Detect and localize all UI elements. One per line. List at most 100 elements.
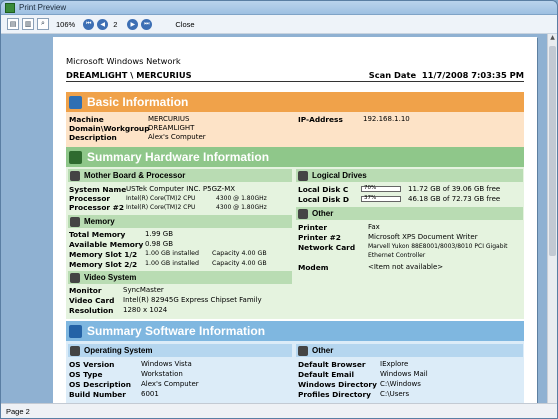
available-memory-label: Available Memory — [69, 240, 144, 249]
print-preview-window: Print Preview ▤ ▥ ⌕ 106% ⏮ ◀ 2 ▶ ⏭ Close… — [0, 0, 558, 419]
machine-label: Machine — [69, 115, 104, 124]
close-button[interactable]: Close — [175, 20, 194, 29]
memory-slot2-value: 1.00 GB installed — [145, 260, 199, 267]
available-memory-value: 0.98 GB — [145, 240, 174, 248]
os-type-label: OS Type — [69, 370, 103, 379]
app-icon — [5, 2, 15, 13]
hardware-panel: Mother Board & Processor System Name UST… — [66, 167, 524, 319]
memory-slot1-capacity: Capacity 4.00 GB — [212, 250, 267, 257]
profiles-directory-label: Profiles Directory — [298, 390, 371, 399]
video-card-label: Video Card — [69, 296, 115, 305]
network-card-value: Marvell Yukon 88E8001/8003/8010 PCI Giga… — [368, 243, 508, 250]
last-page-button[interactable]: ⏭ — [141, 18, 153, 30]
zoom-icon[interactable]: ⌕ — [37, 18, 49, 30]
scroll-up-icon[interactable]: ▲ — [548, 34, 557, 43]
resolution-value: 1280 x 1024 — [123, 306, 168, 314]
machine-value: MERCURIUS — [148, 115, 190, 123]
hardware-band: Summary Hardware Information — [66, 147, 524, 167]
memory-slot2-label: Memory Slot 2/2 — [69, 260, 138, 269]
memory-slot1-value: 1.00 GB installed — [145, 250, 199, 257]
page-setup-icon[interactable]: ▥ — [22, 18, 34, 30]
processor2-speed: 4300 @ 1.80GHz — [216, 204, 267, 211]
processor2-label: Processor #2 — [69, 203, 124, 212]
domain-label: Domain\Workgroup — [69, 124, 150, 133]
zoom-level[interactable]: 106% — [56, 20, 75, 29]
os-header: Operating System — [68, 344, 292, 357]
modem-label: Modem — [298, 263, 329, 272]
os-version-label: OS Version — [69, 360, 115, 369]
prev-page-button[interactable]: ◀ — [97, 18, 109, 30]
os-version-value: Windows Vista — [141, 360, 192, 368]
system-name-label: System Name — [69, 185, 127, 194]
software-icon — [69, 324, 82, 338]
sw-other-header: Other — [296, 344, 523, 357]
vertical-scrollbar[interactable]: ▲ — [547, 34, 557, 403]
monitor-label: Monitor — [69, 286, 102, 295]
description-value: Alex's Computer — [148, 133, 206, 141]
disk-d-info: 46.18 GB of 72.73 GB free — [408, 195, 501, 203]
video-header: Video System — [68, 271, 292, 284]
printer2-label: Printer #2 — [298, 233, 341, 242]
disk-d-usage-bar: 37% — [361, 195, 401, 202]
network-card-label: Network Card — [298, 243, 356, 252]
first-page-button[interactable]: ⏮ — [83, 18, 95, 30]
toolbar: ▤ ▥ ⌕ 106% ⏮ ◀ 2 ▶ ⏭ Close — [1, 15, 557, 34]
memory-header: Memory — [68, 215, 292, 228]
motherboard-header: Mother Board & Processor — [68, 169, 292, 182]
info-icon — [69, 95, 82, 109]
windows-directory-label: Windows Directory — [298, 380, 377, 389]
status-bar: Page 2 — [1, 403, 557, 418]
domain-value: DREAMLIGHT — [148, 124, 195, 132]
print-icon[interactable]: ▤ — [7, 18, 19, 30]
basic-info-band: Basic Information — [66, 92, 524, 112]
software-panel: Operating System OS Version Windows Vist… — [66, 341, 524, 403]
total-memory-value: 1.99 GB — [145, 230, 174, 238]
processor2-value: Intel(R) Core(TM)2 CPU — [126, 204, 196, 211]
processor-speed: 4300 @ 1.80GHz — [216, 195, 267, 202]
basic-info-panel: Machine MERCURIUS Domain\Workgroup DREAM… — [66, 112, 524, 150]
monitor-value: SyncMaster — [123, 286, 164, 294]
system-name-value: USTek Computer INC. P5GZ-MX — [126, 185, 236, 193]
header-rule — [66, 81, 524, 82]
machine-path: DREAMLIGHT \ MERCURIUS — [66, 70, 192, 80]
scroll-thumb[interactable] — [549, 46, 556, 256]
default-email-value: Windows Mail — [380, 370, 428, 378]
drive-icon — [298, 170, 308, 181]
build-number-value: 6001 — [141, 390, 159, 398]
memory-icon — [70, 216, 80, 227]
os-type-value: Workstation — [141, 370, 183, 378]
scan-date: Scan Date 11/7/2008 7:03:35 PM — [368, 70, 524, 80]
ip-value: 192.168.1.10 — [363, 115, 410, 123]
video-icon — [70, 272, 80, 283]
default-browser-value: IExplore — [380, 360, 409, 368]
memory-slot1-label: Memory Slot 1/2 — [69, 250, 138, 259]
page-number-field[interactable]: 2 — [113, 20, 117, 29]
title-bar: Print Preview — [1, 1, 557, 15]
disk-c-info: 11.72 GB of 39.06 GB free — [408, 185, 501, 193]
os-icon — [70, 345, 80, 356]
network-card-value-2: Ethernet Controller — [368, 252, 426, 259]
resolution-label: Resolution — [69, 306, 114, 315]
os-description-label: OS Description — [69, 380, 131, 389]
next-page-button[interactable]: ▶ — [127, 18, 139, 30]
page-indicator: Page 2 — [6, 407, 30, 416]
windows-directory-value: C:\Windows — [380, 380, 421, 388]
sw-other-icon — [298, 345, 308, 356]
profiles-directory-value: C:\Users — [380, 390, 410, 398]
default-browser-label: Default Browser — [298, 360, 366, 369]
window-title: Print Preview — [19, 3, 67, 12]
description-label: Description — [69, 133, 117, 142]
other-icon — [298, 208, 308, 219]
disk-d-label: Local Disk D — [298, 195, 349, 204]
preview-page: Microsoft Windows Network DREAMLIGHT \ M… — [53, 37, 537, 403]
motherboard-icon — [70, 170, 80, 181]
network-name: Microsoft Windows Network — [66, 56, 181, 66]
os-description-value: Alex's Computer — [141, 380, 199, 388]
total-memory-label: Total Memory — [69, 230, 126, 239]
processor-value: Intel(R) Core(TM)2 CPU — [126, 195, 196, 202]
logical-drives-header: Logical Drives — [296, 169, 523, 182]
hw-other-header: Other — [296, 207, 523, 220]
modem-value: <Item not available> — [368, 263, 444, 271]
memory-slot2-capacity: Capacity 4.00 GB — [212, 260, 267, 267]
software-band: Summary Software Information — [66, 321, 524, 341]
